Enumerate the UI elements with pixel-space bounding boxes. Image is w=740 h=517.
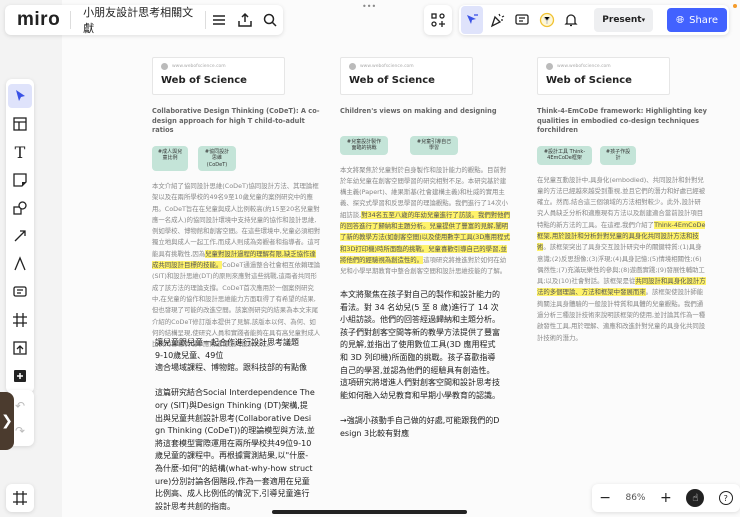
pen-tool-icon[interactable] xyxy=(8,252,32,276)
paper-title: Children's views on making and designing xyxy=(340,107,497,115)
abstract-text: CoDeT通過整合社會相互依賴理論(SIT)和設計思維(DT)的原則來應對這些挑… xyxy=(152,261,321,349)
frame-tool-icon[interactable] xyxy=(8,308,32,332)
paper-abstract: 在兒童互動設計中,具身化(embodied)、共同設計和針對兒童的方法已經越來越… xyxy=(537,175,707,344)
comments-icon[interactable] xyxy=(511,6,533,34)
tag[interactable]: #協同設計思維(CoDeT) xyxy=(198,145,236,171)
card-url: www.webofscience.com xyxy=(172,64,226,69)
more-tools-plus-icon[interactable] xyxy=(8,364,32,388)
templates-icon[interactable] xyxy=(8,112,32,136)
zoom-controls: − 86% + ☝︎ ? xyxy=(592,484,740,512)
hand-tool-icon[interactable]: ☝︎ xyxy=(686,489,705,507)
export-icon[interactable] xyxy=(232,6,258,34)
tag[interactable]: #設計工具 Think-4EmCoDe框架 xyxy=(537,145,592,165)
zoom-in-button[interactable]: + xyxy=(660,490,672,506)
frames-panel xyxy=(6,484,34,512)
abstract-text: 本文介紹了協同設計思維(CoDeT)協同設計方法、其理論框架以及在兩所學校的49… xyxy=(152,182,321,258)
tag[interactable]: #孩子作設計 xyxy=(600,145,636,165)
paper-column-3: www.webofscience.com Web of Science Thin… xyxy=(537,57,707,344)
board-title[interactable]: 小朋友設計思考相關文獻 xyxy=(71,4,205,36)
globe-icon: 🌐︎ xyxy=(676,14,685,26)
celebrate-icon[interactable] xyxy=(486,6,508,34)
comment-tool-icon[interactable] xyxy=(8,280,32,304)
web-of-science-card[interactable]: www.webofscience.com Web of Science xyxy=(340,57,473,95)
link-icon xyxy=(161,63,168,70)
chevron-down-icon: ▾ xyxy=(641,16,646,24)
miro-logo[interactable]: miro xyxy=(5,9,70,31)
timer-icon[interactable] xyxy=(536,6,558,34)
paper-title: Think-4-EmCoDe framework: Highlighting k… xyxy=(537,107,707,134)
board-header: miro 小朋友設計思考相關文獻 xyxy=(5,5,283,35)
paper-column-2: www.webofscience.com Web of Science Chil… xyxy=(340,57,510,277)
share-label: Share xyxy=(689,14,718,26)
note-text[interactable]: 讓兒童跟兒童一起合作進行設計思考議題 9-10歲兒童、49位 適合場域課程、博物… xyxy=(155,337,315,513)
card-name: Web of Science xyxy=(161,75,247,86)
redo-icon[interactable]: ↷ xyxy=(15,424,25,438)
notifications-bell-icon[interactable] xyxy=(560,6,582,34)
left-toolbar: T xyxy=(6,79,34,393)
paper-abstract: 本文介紹了協同設計思維(CoDeT)協同設計方法、其理論框架以及在兩所學校的49… xyxy=(152,181,322,350)
web-of-science-card[interactable]: www.webofscience.com Web of Science xyxy=(537,57,670,95)
upload-icon[interactable] xyxy=(8,336,32,360)
abstract-text: 。該框架使設計師能夠關注具身體驗的一般設計特質和具體的兒童觀點。我們通過分析三種… xyxy=(537,288,706,342)
cursor-follow-icon[interactable] xyxy=(461,6,483,34)
card-name: Web of Science xyxy=(546,75,632,86)
card-name: Web of Science xyxy=(349,75,435,86)
sticky-note-icon[interactable] xyxy=(8,168,32,192)
menu-icon[interactable] xyxy=(206,6,232,34)
undo-icon[interactable]: ↶ xyxy=(15,399,25,413)
zoom-out-button[interactable]: − xyxy=(599,490,611,506)
zoom-level[interactable]: 86% xyxy=(625,493,645,503)
chevron-right-icon: ❯ xyxy=(1,413,13,429)
card-url: www.webofscience.com xyxy=(557,64,611,69)
link-icon xyxy=(546,63,553,70)
help-button[interactable]: ? xyxy=(718,491,733,505)
arrow-tool-icon[interactable] xyxy=(8,224,32,248)
horizontal-scrollbar[interactable] xyxy=(272,510,467,514)
link-icon xyxy=(349,63,356,70)
paper-column-1: www.webofscience.com Web of Science Coll… xyxy=(152,57,322,350)
present-button[interactable]: Present ▾ xyxy=(594,8,654,32)
shapes-icon[interactable] xyxy=(8,196,32,220)
note-text[interactable]: 本文將聚焦在孩子對自己的製作和設計能力的看法。對 34 名幼兒(5 至 8 歲)… xyxy=(340,289,500,440)
present-label: Present xyxy=(602,15,642,25)
collaboration-toolbar: Present ▾ 🌐︎ Share xyxy=(459,5,729,35)
share-button[interactable]: 🌐︎ Share xyxy=(667,8,727,32)
apps-icon[interactable] xyxy=(424,6,452,34)
tag[interactable]: #兒童引導自己學習 xyxy=(410,135,458,155)
expand-panel-handle[interactable]: ❯ xyxy=(0,392,14,450)
select-tool-icon[interactable] xyxy=(8,84,32,108)
tag[interactable]: #成人與兒童比例 xyxy=(152,145,188,171)
text-tool-icon[interactable]: T xyxy=(8,140,32,164)
card-url: www.webofscience.com xyxy=(360,64,414,69)
paper-abstract: 本文將聚焦於兒童對於自身製作和設計能力的觀點。目前對於年幼兒童在創客空間學習的研… xyxy=(340,165,510,278)
search-icon[interactable] xyxy=(257,6,283,34)
paper-title: Collaborative Design Thinking (CoDeT): A… xyxy=(152,107,320,134)
tag[interactable]: #兒童設計製作面臨的挑戰 xyxy=(340,135,388,155)
frames-list-icon[interactable] xyxy=(8,489,32,507)
board-options-dots[interactable]: ••• xyxy=(362,2,376,11)
notification-dot xyxy=(733,4,737,8)
web-of-science-card[interactable]: www.webofscience.com Web of Science xyxy=(152,57,285,95)
apps-panel xyxy=(424,5,452,35)
